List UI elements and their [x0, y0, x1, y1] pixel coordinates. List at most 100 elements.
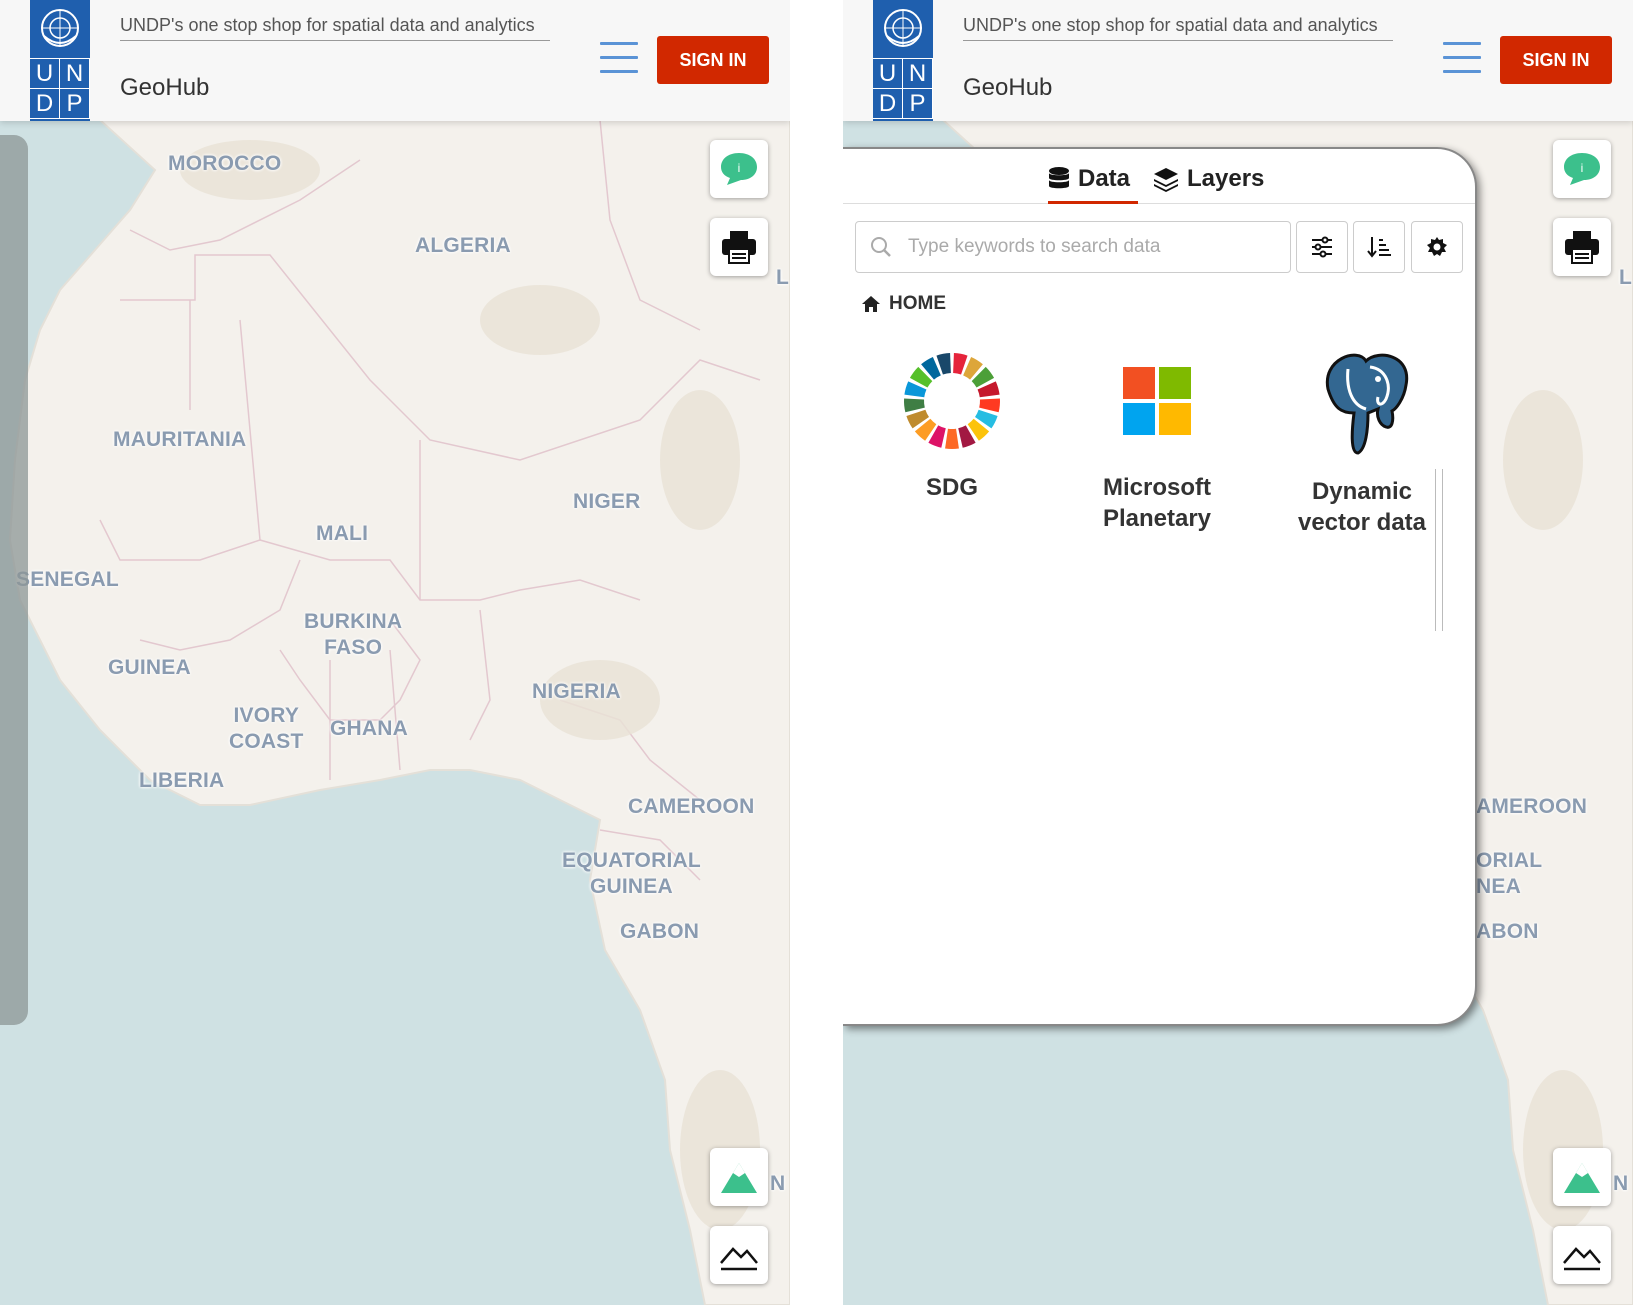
un-emblem-icon — [41, 9, 79, 47]
map-label-mauritania: MAURITANIA — [113, 428, 247, 451]
map-label-senegal: SENEGAL — [16, 568, 119, 591]
info-chat-button[interactable]: i — [710, 140, 768, 198]
svg-text:i: i — [738, 161, 741, 175]
mountain-icon — [721, 1163, 757, 1193]
tab-data-label: Data — [1078, 165, 1131, 192]
logo-letter: D — [873, 89, 903, 119]
home-icon — [862, 296, 880, 312]
landscape-icon — [1563, 1247, 1601, 1271]
panel-tabs: Data Layers — [843, 149, 1475, 204]
database-icon — [1049, 167, 1069, 189]
svg-text:i: i — [1581, 161, 1584, 175]
sdg-wheel-segment — [945, 428, 959, 449]
menu-icon[interactable] — [1443, 42, 1481, 74]
map-edge-letter: L — [776, 266, 790, 289]
logo-letter: P — [60, 89, 90, 119]
sdg-wheel-segment — [904, 398, 925, 413]
tab-layers-label: Layers — [1187, 165, 1265, 192]
logo-letter: N — [60, 59, 90, 89]
scrollbar[interactable] — [1435, 469, 1443, 631]
logo-letter: N — [903, 59, 933, 89]
logo-letter: D — [30, 89, 60, 119]
site-tagline: UNDP's one stop shop for spatial data an… — [120, 12, 550, 41]
undp-logo[interactable]: U N D P — [30, 0, 90, 121]
logo-letter: P — [903, 89, 933, 119]
map-screen-left: MOROCCO ALGERIA MAURITANIA MALI NIGER SE… — [0, 0, 790, 1305]
map-canvas[interactable]: MOROCCO ALGERIA MAURITANIA MALI NIGER SE… — [0, 0, 790, 1305]
data-panel: Data Layers Type keywords to search data… — [843, 147, 1477, 1026]
un-emblem-icon — [884, 9, 922, 47]
site-name[interactable]: GeoHub — [120, 74, 209, 102]
catalog-item-label: SDG — [925, 474, 978, 501]
catalog-item-microsoft-planetary[interactable]: Microsoft Planetary — [1062, 349, 1252, 534]
search-input[interactable] — [906, 230, 1280, 264]
drawer-handle[interactable] — [0, 135, 28, 1025]
map-edge-letter: L — [1619, 266, 1633, 289]
catalog-item-label: Microsoft Planetary — [1102, 474, 1212, 532]
sliders-icon — [1312, 236, 1332, 258]
map-label-liberia: LIBERIA — [139, 769, 225, 792]
chat-info-icon: i — [721, 153, 757, 185]
map-label-ivory-coast: IVORY COAST — [229, 704, 304, 753]
site-tagline: UNDP's one stop shop for spatial data an… — [963, 12, 1393, 41]
map-label-cameroon: AMEROON — [1476, 795, 1588, 818]
printer-icon — [722, 231, 756, 264]
layers-icon — [1154, 168, 1178, 192]
sdg-wheel-icon — [904, 353, 1000, 449]
site-name[interactable]: GeoHub — [963, 74, 1052, 102]
info-chat-button[interactable]: i — [1553, 140, 1611, 198]
map-label-ghana: GHANA — [330, 717, 408, 740]
map-label-nigeria: NIGERIA — [532, 680, 621, 703]
map-label-equatorial-guinea: ORIAL NEA — [1476, 849, 1543, 898]
tab-layers[interactable]: Layers — [1153, 157, 1264, 201]
map-label-niger: NIGER — [573, 490, 641, 513]
map-edge-letter: N — [770, 1172, 786, 1195]
map-label-gabon: ABON — [1476, 920, 1539, 943]
filter-button[interactable] — [1296, 221, 1348, 273]
logo-letter: U — [873, 59, 903, 89]
gear-icon — [1427, 237, 1447, 256]
mountain-icon — [1564, 1163, 1600, 1193]
microsoft-logo-icon — [1123, 367, 1191, 435]
map-label-gabon: GABON — [620, 920, 700, 943]
catalog-item-label: Dynamic vector data — [1297, 478, 1427, 536]
menu-icon[interactable] — [600, 42, 638, 74]
printer-icon — [1565, 231, 1599, 264]
map-edge-letter: N — [1613, 1172, 1629, 1195]
map-label-morocco: MOROCCO — [168, 152, 282, 175]
terrain-toggle-button[interactable] — [1553, 1148, 1611, 1206]
logo-letters: U N D P — [873, 58, 933, 119]
sort-button[interactable] — [1353, 221, 1405, 273]
catalog-item-dynamic-vector[interactable]: Dynamic vector data — [1267, 349, 1457, 538]
sort-icon — [1367, 237, 1391, 258]
terrain-toggle-button[interactable] — [710, 1148, 768, 1206]
header: U N D P UNDP's one stop shop for spatial… — [0, 0, 790, 121]
logo-letter: U — [30, 59, 60, 89]
sign-in-button[interactable]: SIGN IN — [1500, 36, 1612, 84]
sign-in-button[interactable]: SIGN IN — [657, 36, 769, 84]
map-label-burkina-faso: BURKINA FASO — [304, 610, 403, 659]
logo-letters: U N D P — [30, 58, 90, 119]
sdg-wheel-segment — [979, 398, 1000, 413]
map-screen-right: AMEROON ORIAL NEA ABON L N U N D P UNDP'… — [843, 0, 1633, 1305]
map-label-equatorial-guinea: EQUATORIAL GUINEA — [562, 849, 701, 898]
print-button[interactable] — [710, 218, 768, 276]
settings-button[interactable] — [1411, 221, 1463, 273]
hillshade-button[interactable] — [1553, 1226, 1611, 1284]
breadcrumb-home: HOME — [889, 293, 946, 314]
print-button[interactable] — [1553, 218, 1611, 276]
undp-logo[interactable]: U N D P — [873, 0, 933, 121]
map-label-guinea: GUINEA — [108, 656, 191, 679]
chat-info-icon: i — [1564, 153, 1600, 185]
catalog-item-sdg[interactable]: SDG — [857, 349, 1047, 503]
search-icon — [871, 237, 891, 257]
search-box — [855, 221, 1291, 273]
breadcrumb[interactable]: HOME — [861, 293, 946, 315]
postgresql-elephant-icon — [1325, 353, 1409, 455]
hillshade-button[interactable] — [710, 1226, 768, 1284]
map-label-mali: MALI — [316, 522, 369, 545]
landscape-icon — [720, 1247, 758, 1271]
map-label-cameroon: CAMEROON — [628, 795, 755, 818]
tab-data[interactable]: Data — [1048, 157, 1139, 204]
header: U N D P UNDP's one stop shop for spatial… — [843, 0, 1633, 121]
